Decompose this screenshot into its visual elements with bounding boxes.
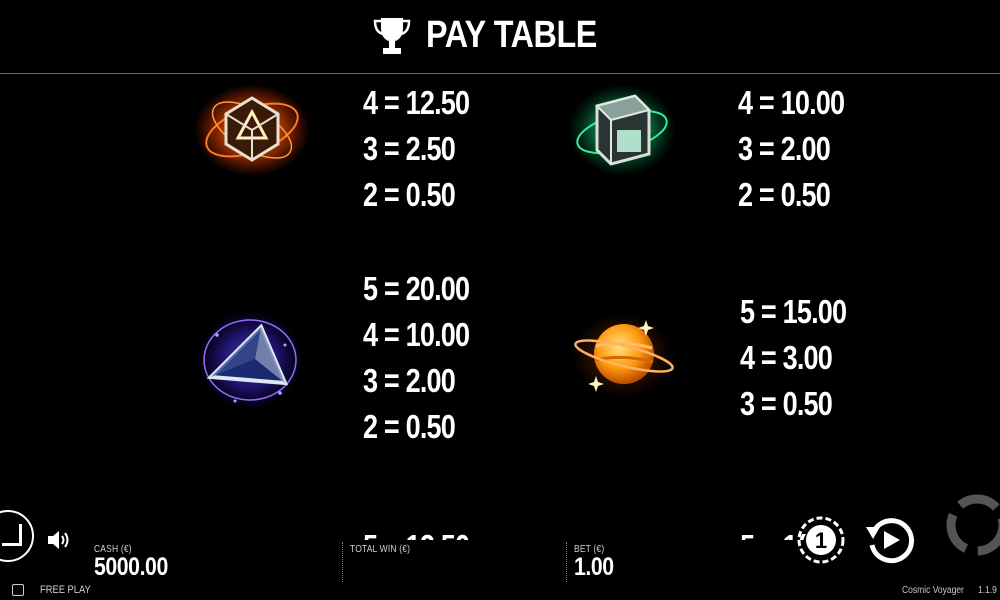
total-win-label: TOTAL WIN (€) (350, 544, 411, 555)
pays-orange-crystal: 4 = 12.50 3 = 2.50 2 = 0.50 (363, 80, 470, 218)
bet-coin-button[interactable]: 1 (796, 515, 846, 565)
pay-line: 4 = 10.00 (738, 84, 845, 121)
bet-value: 1.00 (574, 553, 614, 581)
pay-line: 3 = 0.50 (740, 385, 833, 422)
pays-green-cube: 4 = 10.00 3 = 2.00 2 = 0.50 (738, 80, 845, 218)
pay-line: 5 = 15.00 (740, 293, 847, 330)
pays-blue-pyramid: 5 = 20.00 4 = 10.00 3 = 2.00 2 = 0.50 (363, 266, 470, 450)
free-play-icon (12, 584, 24, 596)
pay-line: 4 = 3.00 (740, 339, 833, 376)
trophy-icon (373, 17, 411, 54)
pay-line: 5 = 20.00 (363, 270, 470, 307)
game-name: Cosmic Voyager (902, 585, 964, 596)
orange-crystal-icon (194, 84, 310, 176)
sound-icon[interactable] (46, 528, 72, 552)
version: 1.1.9 (978, 585, 997, 596)
autoplay-button[interactable] (942, 490, 1000, 560)
orange-planet-icon (572, 313, 674, 397)
home-icon (2, 524, 22, 546)
pay-line: 3 = 2.00 (738, 130, 831, 167)
spin-button[interactable] (864, 515, 914, 565)
free-play-label: FREE PLAY (40, 584, 91, 596)
coin-label: 1 (815, 528, 827, 553)
pay-line: 3 = 2.00 (363, 362, 456, 399)
pay-line: 4 = 12.50 (363, 84, 470, 121)
pay-line: 4 = 10.00 (363, 316, 470, 353)
pay-line: 3 = 2.50 (363, 130, 456, 167)
blue-pyramid-icon (198, 310, 302, 410)
page-title: PAY TABLE (425, 14, 597, 56)
divider (342, 542, 343, 582)
pay-line: 2 = 0.50 (363, 408, 456, 445)
pay-line: 2 = 0.50 (363, 176, 456, 213)
partial-next-row: 5 = 12.50 5 = 1( (0, 520, 1000, 542)
cash-value: 5000.00 (94, 553, 168, 581)
title-wrap: PAY TABLE (0, 14, 1000, 57)
pay-table-header: PAY TABLE (0, 0, 1000, 74)
green-cube-icon (568, 84, 676, 176)
pays-orange-planet: 5 = 15.00 4 = 3.00 3 = 0.50 (740, 289, 847, 427)
pay-line: 2 = 0.50 (738, 176, 831, 213)
divider (566, 542, 567, 582)
